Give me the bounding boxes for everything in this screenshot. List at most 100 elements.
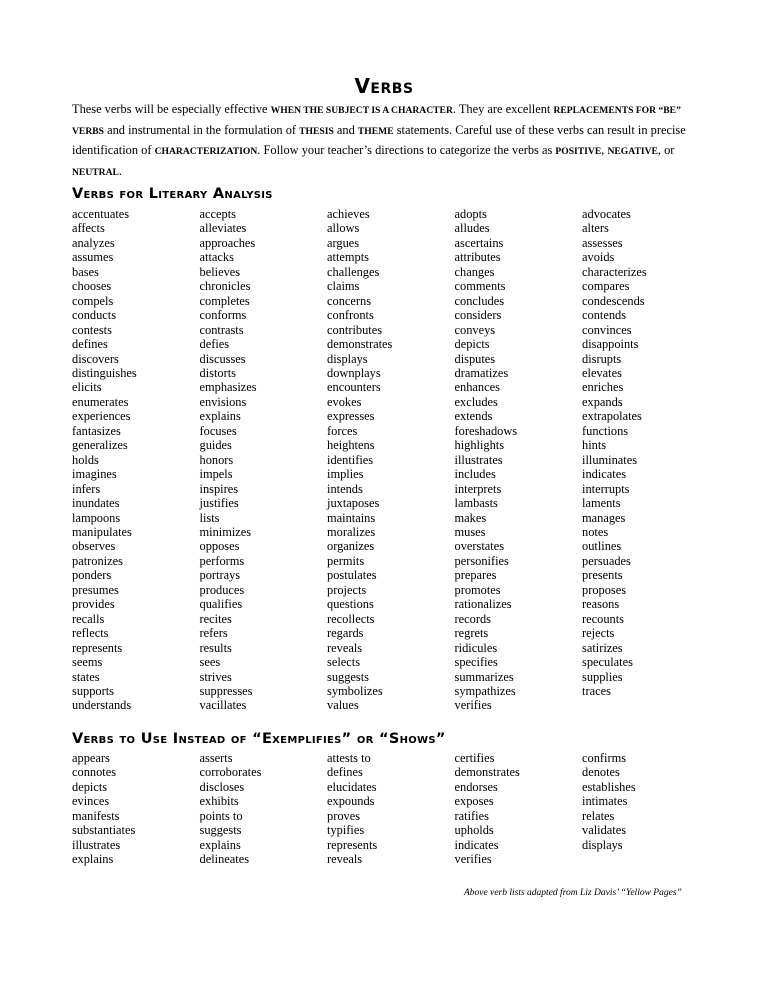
verb-item: expresses	[327, 409, 375, 424]
verb-item: interrupts	[582, 481, 630, 496]
verb-item: evokes	[327, 394, 362, 409]
verb-item: sympathizes	[454, 683, 516, 698]
verb-item: specifies	[454, 655, 498, 670]
verb-item: identifies	[327, 452, 374, 467]
verb-item: accentuates	[72, 207, 130, 221]
verb-item: alludes	[454, 221, 490, 236]
verb-item: appears	[72, 751, 110, 765]
verb-item: validates	[582, 823, 627, 838]
verb-item: imagines	[72, 467, 117, 482]
verb-item: selects	[327, 655, 361, 670]
verb-item: considers	[454, 308, 502, 323]
verb-item: verifies	[454, 852, 492, 867]
verb-item: ratifies	[454, 808, 489, 823]
verb-item: understands	[72, 698, 132, 713]
verb-item: elicits	[72, 380, 102, 395]
emphasis-term: WHEN THE SUBJECT IS A CHARACTER	[270, 105, 453, 116]
verb-item: supports	[72, 683, 114, 698]
verb-item: indicates	[582, 467, 627, 482]
verb-item: certifies	[454, 751, 495, 765]
verb-item: strives	[199, 669, 232, 684]
verb-item: presents	[582, 568, 623, 583]
verb-item: illustrates	[72, 837, 121, 852]
verb-item: rejects	[582, 626, 615, 641]
verb-item: intends	[327, 481, 363, 496]
verb-item: confronts	[327, 308, 374, 323]
verb-item: laments	[582, 496, 621, 511]
verb-item: seems	[72, 655, 103, 670]
verb-item: chooses	[72, 279, 112, 294]
verb-grid-literary-analysis: accentuates affects analyzes assumes bases ch…	[72, 207, 710, 713]
verb-column: accepts alleviates approaches attacks believ…	[200, 207, 328, 713]
verb-item: heightens	[327, 438, 375, 453]
verb-item: believes	[199, 264, 241, 279]
verb-item: enriches	[582, 380, 624, 395]
intro-text: and instrumental in the formulation of	[104, 122, 300, 137]
verb-item: outlines	[582, 539, 622, 554]
verb-item: lambasts	[454, 496, 498, 511]
verb-item: analyzes	[72, 235, 115, 250]
emphasis-term: THEME	[357, 125, 394, 137]
verb-item: regards	[327, 626, 364, 641]
verb-item: discusses	[199, 351, 246, 366]
verb-item: confirms	[582, 751, 627, 765]
verb-item: contests	[72, 322, 112, 337]
verb-item: defies	[199, 337, 230, 352]
verb-item: explains	[199, 409, 241, 424]
verb-item: recites	[199, 611, 232, 626]
verb-item: challenges	[327, 264, 380, 279]
verb-item: lampoons	[72, 510, 121, 525]
verb-item: prepares	[454, 568, 497, 583]
verb-item: disappoints	[582, 337, 639, 352]
verb-item: qualifies	[199, 597, 243, 612]
verb-item: minimizes	[199, 524, 252, 539]
intro-text: and	[333, 122, 358, 137]
verb-item: expounds	[327, 794, 375, 809]
verb-item: experiences	[72, 409, 131, 424]
verb-column: confirms denotes establishes intimates relat…	[582, 751, 710, 867]
verb-item: encounters	[327, 380, 381, 395]
verb-item: results	[199, 640, 232, 655]
page-title: Verbs	[354, 74, 414, 98]
verb-item: comments	[454, 279, 506, 294]
verb-item: recalls	[72, 611, 105, 626]
verb-item: rationalizes	[454, 597, 512, 612]
verb-item: points to	[199, 808, 243, 823]
verb-item: highlights	[454, 438, 505, 453]
verb-item: represents	[327, 837, 378, 852]
verb-item: traces	[582, 683, 611, 698]
verb-item: concerns	[327, 293, 372, 308]
verb-item: sees	[199, 655, 221, 670]
verb-item: hints	[582, 438, 607, 453]
verb-item: manipulates	[72, 524, 132, 539]
verb-item: condescends	[582, 293, 645, 308]
verb-item: alleviates	[199, 221, 247, 236]
verb-item: recounts	[582, 611, 624, 626]
attribution-footer: Above verb lists adapted from Liz Davis’…	[464, 888, 682, 898]
verb-item: reasons	[582, 597, 620, 612]
verb-item: symbolizes	[327, 683, 383, 698]
verb-item: denotes	[582, 765, 620, 780]
verb-item: assumes	[72, 250, 114, 265]
emphasis-term: POSITIVE	[555, 146, 602, 157]
verb-item: completes	[199, 293, 250, 308]
verb-item: postulates	[327, 568, 377, 583]
verb-item: attributes	[454, 250, 501, 265]
verb-item: questions	[327, 597, 374, 612]
verb-item: substantiates	[72, 823, 136, 838]
verb-item: depicts	[454, 337, 490, 352]
verb-item: satirizes	[582, 640, 623, 655]
verb-item: contrasts	[199, 322, 244, 337]
verb-item: achieves	[327, 207, 370, 221]
verb-item: summarizes	[454, 669, 514, 684]
verb-column: certifies demonstrates endorses exposes rati…	[455, 751, 583, 867]
verb-item: allows	[327, 221, 360, 236]
verb-item: establishes	[582, 779, 636, 794]
verb-item: depicts	[72, 779, 108, 794]
verb-item: enhances	[454, 380, 500, 395]
verb-item: typifies	[327, 823, 365, 838]
verb-item: manages	[582, 510, 626, 525]
verb-item: concludes	[454, 293, 505, 308]
verb-item: permits	[327, 553, 365, 568]
intro-text: These verbs will be especially effective	[72, 102, 271, 116]
